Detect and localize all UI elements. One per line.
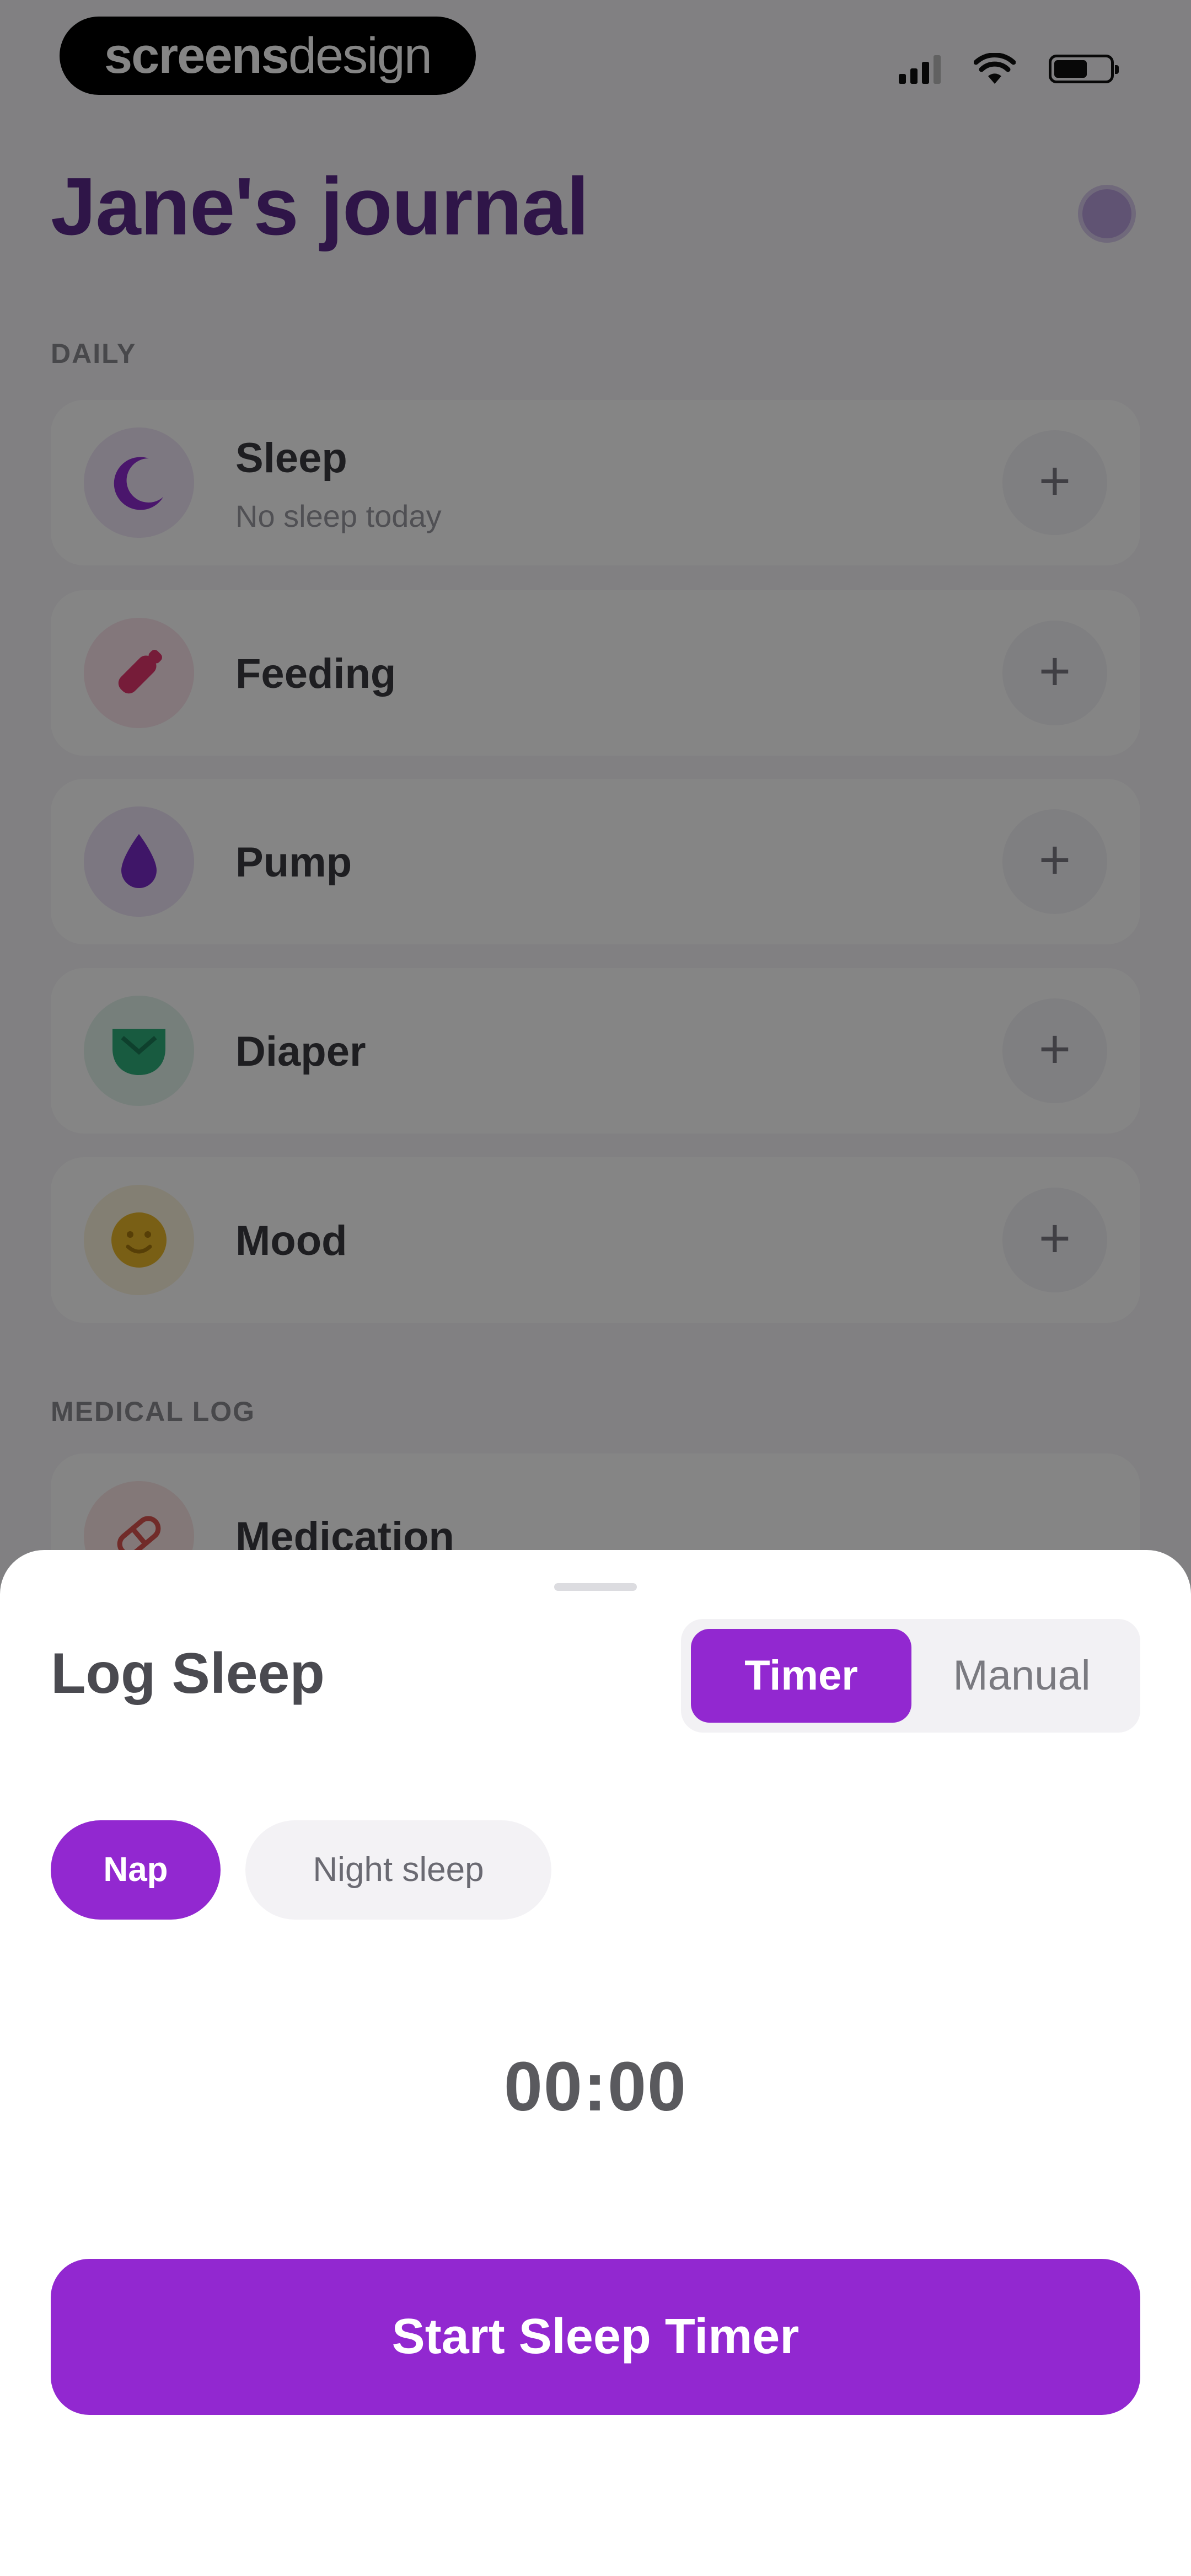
sheet-title: Log Sleep [51, 1642, 325, 1706]
mode-segmented-control: Timer Manual [681, 1619, 1140, 1733]
mode-option-manual[interactable]: Manual [911, 1629, 1132, 1723]
sheet-grabber[interactable] [554, 1583, 637, 1591]
start-sleep-timer-button[interactable]: Start Sleep Timer [51, 2259, 1140, 2415]
log-sleep-sheet: Log Sleep Timer Manual Nap Night sleep 0… [0, 1550, 1191, 2576]
chip-night-sleep[interactable]: Night sleep [245, 1820, 551, 1920]
timer-display: 00:00 [503, 2048, 688, 2125]
app-screen: screensdesign Jane's journal DAILY Sleep… [0, 0, 1191, 2576]
chip-nap[interactable]: Nap [51, 1820, 221, 1920]
mode-option-timer[interactable]: Timer [691, 1629, 911, 1723]
